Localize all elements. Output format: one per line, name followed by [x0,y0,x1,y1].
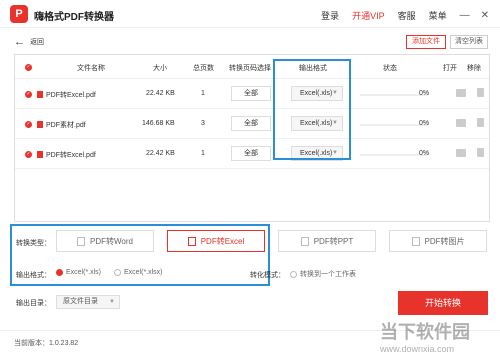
pdf-file-icon [37,91,43,98]
progress-text: 0% [419,150,430,157]
radio-unselected-icon [114,269,121,276]
pdf-file-icon [37,121,43,128]
file-size: 22.42 KB [146,150,175,157]
output-dir-select[interactable]: 原文件目录 ▼ [56,295,120,309]
app-title: 嗨格式PDF转换器 [34,12,114,23]
header-remove: 移除 [467,65,481,72]
folder-icon[interactable] [456,119,466,127]
trash-icon[interactable] [477,88,484,97]
watermark-url: www.downxia.com [380,344,455,352]
file-name: PDF转Excel.pdf [46,92,96,99]
folder-icon[interactable] [456,89,466,97]
watermark-title: 当下软件园 [380,322,470,342]
format-xls-label: Excel(*.xls) [66,269,102,276]
clear-list-button[interactable]: 清空列表 [450,35,488,49]
progress-bar [360,154,428,156]
service-link[interactable]: 客服 [398,9,416,22]
row-checkbox[interactable]: ✓ [25,121,32,128]
minimize-icon[interactable]: — [460,10,470,21]
type-label: 转换类型： [16,240,51,247]
trash-icon[interactable] [477,118,484,127]
header-status: 状态 [383,65,397,72]
add-file-button[interactable]: 添加文件 [406,35,446,49]
progress-bar [360,94,428,96]
type-word-button[interactable]: PDF转Word [56,230,154,252]
header-name: 文件名称 [77,65,105,72]
file-table: ✓ 文件名称 大小 总页数 转换页码选择 输出格式 状态 打开 移除 ✓ PDF… [14,54,490,222]
type-image-button[interactable]: PDF转图片 [389,230,487,252]
format-xlsx-radio[interactable]: Excel(*.xlsx) [114,269,163,276]
trash-icon[interactable] [477,148,484,157]
radio-unselected-icon [290,270,297,278]
type-label-ppt: PDF转PPT [313,236,354,246]
page-select-button[interactable]: 全部 [231,116,271,131]
table-row: ✓ PDF转Excel.pdf 22.42 KB 1 全部 Excel(.xls… [15,80,489,109]
back-label: 返回 [30,39,44,46]
header-pages: 总页数 [193,65,214,72]
back-arrow-icon: ← [14,36,25,48]
file-size: 146.68 KB [142,120,175,127]
row-checkbox[interactable]: ✓ [25,91,32,98]
image-file-icon [411,236,420,246]
login-link[interactable]: 登录 [321,9,339,22]
format-xls-radio[interactable]: Excel(*.xls) [56,269,101,276]
output-dir-value: 原文件目录 [63,298,98,305]
page-select-button[interactable]: 全部 [231,86,271,101]
close-icon[interactable]: ✕ [481,10,489,21]
single-sheet-label: 转换到一个工作表 [300,271,356,278]
pdf-file-icon [37,151,43,158]
app-logo: P [10,5,28,23]
radio-selected-icon [56,269,63,276]
type-ppt-button[interactable]: PDF转PPT [278,230,376,252]
type-label-image: PDF转图片 [424,236,465,246]
file-name: PDF素材.pdf [46,122,86,129]
row-checkbox[interactable]: ✓ [25,151,32,158]
header-size: 大小 [153,65,167,72]
ppt-file-icon [300,236,309,246]
type-excel-button[interactable]: PDF转Excel [167,230,265,252]
word-file-icon [77,236,86,246]
file-pages: 1 [201,90,205,97]
header-page-select: 转换页码选择 [229,65,271,72]
single-sheet-radio[interactable]: 转换到一个工作表 [290,269,356,279]
file-pages: 1 [201,150,205,157]
table-row: ✓ PDF转Excel.pdf 22.42 KB 1 全部 Excel(.xls… [15,140,489,169]
file-pages: 3 [201,120,205,127]
header-open: 打开 [443,65,457,72]
progress-text: 0% [419,90,430,97]
progress-bar [360,124,428,126]
table-header: ✓ 文件名称 大小 总页数 转换页码选择 输出格式 状态 打开 移除 [15,55,489,79]
table-row: ✓ PDF素材.pdf 146.68 KB 3 全部 Excel(.xls) ▼ … [15,110,489,139]
excel-file-icon [187,236,196,246]
type-label-word: PDF转Word [90,236,133,246]
start-convert-button[interactable]: 开始转换 [398,291,488,315]
convert-mode-label: 转化模式： [250,272,285,279]
title-bar: P 嗨格式PDF转换器 登录 开通VIP 客服 菜单 — ✕ [0,0,500,28]
watermark: 当下软件园 www.downxia.com [380,318,470,352]
top-menu: 登录 开通VIP 客服 菜单 — ✕ [321,9,500,22]
back-button[interactable]: ← 返回 [14,36,44,48]
file-size: 22.42 KB [146,90,175,97]
folder-icon[interactable] [456,149,466,157]
page-select-button[interactable]: 全部 [231,146,271,161]
file-name: PDF转Excel.pdf [46,152,96,159]
format-xlsx-label: Excel(*.xlsx) [124,269,163,276]
format-label: 输出格式： [16,272,51,279]
progress-text: 0% [419,120,430,127]
chevron-down-icon: ▼ [109,299,115,305]
format-column-highlight [273,59,351,160]
version-text: 当前版本：1.0.23.82 [14,340,79,347]
menu-link[interactable]: 菜单 [429,9,447,22]
output-dir-label: 输出目录： [16,300,51,307]
select-all-checkbox[interactable]: ✓ [25,64,32,71]
vip-link[interactable]: 开通VIP [352,9,385,22]
type-label-excel: PDF转Excel [200,236,245,246]
